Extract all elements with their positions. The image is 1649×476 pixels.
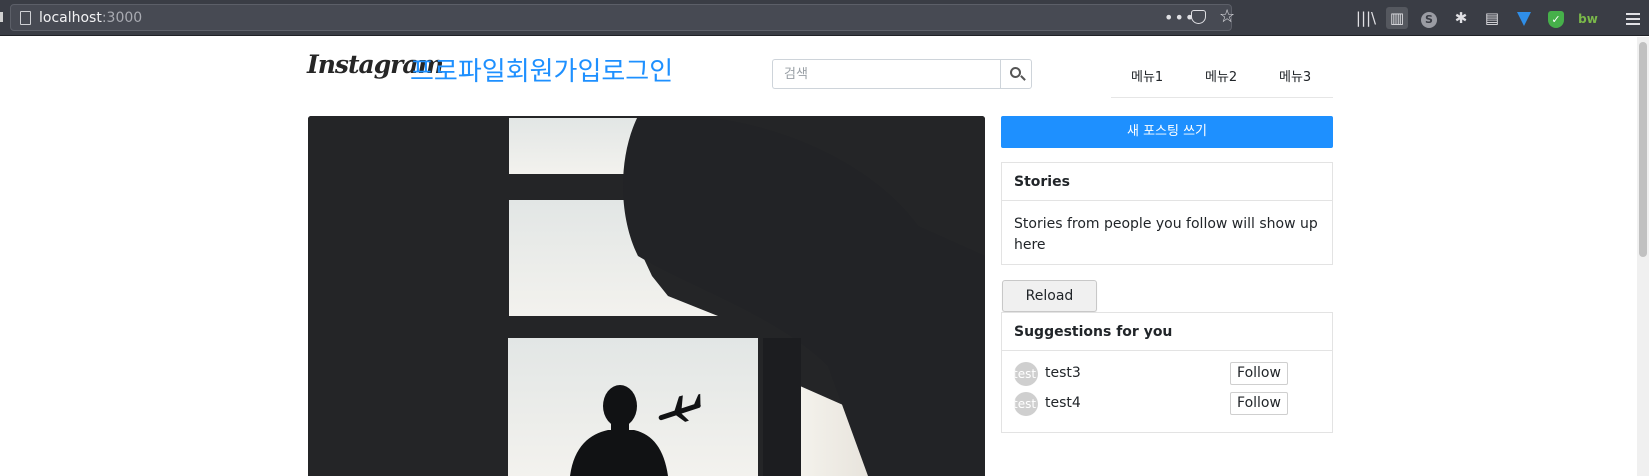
new-post-button[interactable]: 새 포스팅 쓰기 bbox=[1001, 116, 1333, 148]
url-host: localhost bbox=[39, 10, 102, 26]
reload-button[interactable]: Reload bbox=[1002, 280, 1097, 312]
suggestions-card: Suggestions for you test test3 Follow te… bbox=[1001, 312, 1333, 433]
menu-item-3[interactable]: 메뉴3 bbox=[1279, 66, 1311, 85]
suggestion-item: test test3 Follow bbox=[1014, 361, 1322, 387]
scrollbar-thumb[interactable] bbox=[1639, 42, 1647, 257]
suggestion-item: test test4 Follow bbox=[1014, 391, 1322, 417]
url-port: :3000 bbox=[101, 10, 143, 26]
extension-paw-icon[interactable]: ✱ bbox=[1450, 7, 1472, 29]
stories-empty-text: Stories from people you follow will show… bbox=[1014, 216, 1318, 253]
sidebar-icon[interactable]: ▥ bbox=[1386, 7, 1408, 29]
nav-link-signup[interactable]: 회원가입 bbox=[506, 57, 602, 87]
post-image-graphic bbox=[308, 116, 985, 476]
stories-title: Stories bbox=[1002, 163, 1332, 201]
header-nav-links: 프로파일회원가입로그인 bbox=[410, 51, 673, 88]
nav-link-profile[interactable]: 프로파일 bbox=[410, 57, 506, 87]
bw-extension-icon[interactable]: bw bbox=[1577, 7, 1599, 29]
stories-card: Stories Stories from people you follow w… bbox=[1001, 162, 1333, 265]
tab-edge bbox=[0, 12, 3, 22]
suggestion-username[interactable]: test4 bbox=[1045, 395, 1081, 411]
follow-button[interactable]: Follow bbox=[1230, 362, 1288, 385]
follow-button[interactable]: Follow bbox=[1230, 392, 1288, 415]
avatar[interactable]: test bbox=[1014, 362, 1038, 386]
search-form bbox=[772, 59, 1032, 89]
url-bar[interactable]: localhost:3000 ••• ☆ bbox=[10, 4, 1235, 31]
avatar[interactable]: test bbox=[1014, 392, 1038, 416]
url-text[interactable]: localhost:3000 bbox=[39, 10, 142, 26]
top-menu: 메뉴1 메뉴2 메뉴3 bbox=[1111, 59, 1333, 98]
gem-extension-icon[interactable] bbox=[1513, 7, 1535, 29]
hamburger-menu-icon[interactable] bbox=[1622, 7, 1644, 29]
menu-item-2[interactable]: 메뉴2 bbox=[1205, 66, 1237, 85]
search-button[interactable] bbox=[1000, 59, 1032, 89]
reader-icon[interactable]: ▤ bbox=[1481, 7, 1503, 29]
nav-link-login[interactable]: 로그인 bbox=[601, 57, 673, 87]
shield-check-icon[interactable]: ✓ bbox=[1545, 7, 1567, 29]
pocket-icon[interactable] bbox=[1191, 10, 1206, 24]
suggestion-username[interactable]: test3 bbox=[1045, 365, 1081, 381]
search-input[interactable] bbox=[772, 59, 1000, 89]
page-viewport: Instagram 프로파일회원가입로그인 메뉴1 메뉴2 메뉴3 bbox=[0, 37, 1649, 476]
menu-item-1[interactable]: 메뉴1 bbox=[1131, 66, 1163, 85]
post-image[interactable] bbox=[308, 116, 985, 476]
page-icon bbox=[20, 11, 31, 25]
suggestions-title: Suggestions for you bbox=[1002, 313, 1332, 351]
bookmark-star-icon[interactable]: ☆ bbox=[1219, 6, 1235, 27]
sync-account-icon[interactable]: S bbox=[1418, 7, 1440, 29]
browser-toolbar: localhost:3000 ••• ☆ |||\ ▥ S ✱ ▤ ✓ bw bbox=[0, 0, 1649, 36]
library-icon[interactable]: |||\ bbox=[1355, 7, 1377, 29]
